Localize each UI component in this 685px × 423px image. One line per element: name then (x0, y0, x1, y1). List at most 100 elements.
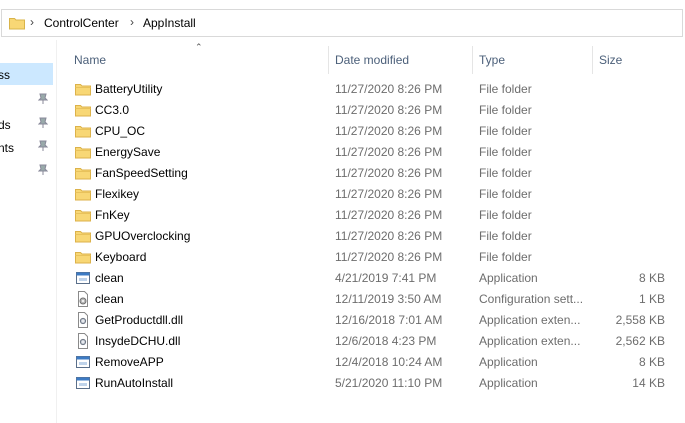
file-row[interactable]: FnKey 11/27/2020 8:26 PM File folder (57, 204, 685, 225)
file-name: EnergySave (95, 145, 161, 159)
chevron-right-icon[interactable]: › (30, 15, 34, 29)
nav-item[interactable] (0, 160, 53, 182)
file-name: InsydeDCHU.dll (95, 334, 181, 348)
dll-file-icon (75, 333, 91, 349)
column-header-row: ⌃ Name Date modified Type Size (57, 42, 685, 74)
file-type: File folder (479, 166, 532, 180)
file-list: BatteryUtility 11/27/2020 8:26 PM File fol… (57, 78, 685, 393)
file-date-modified: 11/27/2020 8:26 PM (335, 166, 443, 180)
pin-icon[interactable] (37, 164, 49, 179)
file-size: 2,558 KB (615, 313, 665, 327)
file-type: File folder (479, 145, 532, 159)
file-row[interactable]: InsydeDCHU.dll 12/6/2018 4:23 PM Applicati… (57, 330, 685, 351)
file-date-modified: 4/21/2019 7:41 PM (335, 271, 437, 285)
file-size: 14 KB (632, 376, 665, 390)
file-date-modified: 12/16/2018 7:01 AM (335, 313, 443, 327)
file-row[interactable]: clean 4/21/2019 7:41 PM Application 8 KB (57, 267, 685, 288)
file-name: GetProductdll.dll (95, 313, 184, 327)
nav-item-label: nts (0, 141, 15, 155)
column-header-type[interactable]: Type (479, 53, 505, 67)
sort-ascending-icon: ⌃ (195, 42, 203, 52)
file-row[interactable]: GPUOverclocking 11/27/2020 8:26 PM File fo… (57, 225, 685, 246)
pin-icon[interactable] (37, 93, 49, 108)
file-type: File folder (479, 187, 532, 201)
nav-item[interactable]: nts (0, 136, 53, 158)
file-size: 2,562 KB (615, 334, 665, 348)
file-type: File folder (479, 229, 532, 243)
nav-item[interactable] (0, 89, 53, 111)
file-name: GPUOverclocking (95, 229, 191, 243)
file-row[interactable]: clean 12/11/2019 3:50 AM Configuration set… (57, 288, 685, 309)
file-date-modified: 11/27/2020 8:26 PM (335, 82, 443, 96)
file-date-modified: 11/27/2020 8:26 PM (335, 103, 443, 117)
folder-icon (75, 249, 91, 265)
column-divider[interactable] (472, 46, 473, 74)
file-name: Keyboard (95, 250, 147, 264)
pin-icon[interactable] (37, 140, 49, 155)
file-name: FnKey (95, 208, 130, 222)
file-type: Application exten... (479, 313, 581, 327)
file-type: File folder (479, 82, 532, 96)
file-type: Application exten... (479, 334, 581, 348)
file-date-modified: 5/21/2020 11:10 PM (335, 376, 443, 390)
file-name: CPU_OC (95, 124, 146, 138)
folder-icon (75, 123, 91, 139)
address-bar[interactable]: › ControlCenter › AppInstall (1, 9, 683, 37)
file-date-modified: 11/27/2020 8:26 PM (335, 250, 443, 264)
column-header-date-modified[interactable]: Date modified (335, 53, 409, 67)
dll-file-icon (75, 312, 91, 328)
column-divider[interactable] (592, 46, 593, 74)
nav-item[interactable]: ss (0, 63, 53, 85)
file-type: Application (479, 271, 538, 285)
file-row[interactable]: RemoveAPP 12/4/2018 10:24 AM Application 8 … (57, 351, 685, 372)
file-type: File folder (479, 124, 532, 138)
file-type: Application (479, 376, 538, 390)
file-name: CC3.0 (95, 103, 130, 117)
file-row[interactable]: BatteryUtility 11/27/2020 8:26 PM File fol… (57, 78, 685, 99)
breadcrumb-appinstall[interactable]: AppInstall (143, 16, 196, 30)
pin-icon[interactable] (37, 117, 49, 132)
file-row[interactable]: GetProductdll.dll 12/16/2018 7:01 AM Appli… (57, 309, 685, 330)
file-row[interactable]: Flexikey 11/27/2020 8:26 PM File folder (57, 183, 685, 204)
file-name: RunAutoInstall (95, 376, 174, 390)
folder-icon (75, 207, 91, 223)
file-row[interactable]: FanSpeedSetting 11/27/2020 8:26 PM File fo… (57, 162, 685, 183)
config-file-icon (75, 291, 91, 307)
file-date-modified: 12/4/2018 10:24 AM (335, 355, 443, 369)
file-size: 8 KB (638, 355, 665, 369)
file-type: Application (479, 355, 538, 369)
file-name: FanSpeedSetting (95, 166, 188, 180)
file-date-modified: 11/27/2020 8:26 PM (335, 229, 443, 243)
folder-icon (75, 228, 91, 244)
nav-item-label: ss (0, 68, 10, 82)
file-name: BatteryUtility (95, 82, 163, 96)
chevron-right-icon[interactable]: › (130, 15, 134, 29)
file-type: File folder (479, 250, 532, 264)
column-header-size[interactable]: Size (599, 53, 622, 67)
file-row[interactable]: CC3.0 11/27/2020 8:26 PM File folder (57, 99, 685, 120)
file-name: RemoveAPP (95, 355, 164, 369)
file-name: Flexikey (95, 187, 140, 201)
file-row[interactable]: EnergySave 11/27/2020 8:26 PM File folder (57, 141, 685, 162)
file-type: File folder (479, 208, 532, 222)
folder-icon (9, 16, 25, 33)
folder-icon (75, 81, 91, 97)
file-name: clean (95, 271, 124, 285)
file-date-modified: 12/6/2018 4:23 PM (335, 334, 437, 348)
file-type: Configuration sett... (479, 292, 584, 306)
column-header-name[interactable]: Name (74, 53, 106, 67)
application-icon (75, 270, 91, 286)
folder-icon (75, 165, 91, 181)
nav-item-label: ds (0, 118, 11, 132)
nav-item[interactable]: ds (0, 113, 53, 135)
file-row[interactable]: Keyboard 11/27/2020 8:26 PM File folder (57, 246, 685, 267)
column-divider[interactable] (328, 46, 329, 74)
file-type: File folder (479, 103, 532, 117)
file-date-modified: 11/27/2020 8:26 PM (335, 208, 443, 222)
file-name: clean (95, 292, 124, 306)
breadcrumb-controlcenter[interactable]: ControlCenter (44, 16, 119, 30)
file-row[interactable]: RunAutoInstall 5/21/2020 11:10 PM Applicat… (57, 372, 685, 393)
file-size: 8 KB (638, 271, 665, 285)
file-row[interactable]: CPU_OC 11/27/2020 8:26 PM File folder (57, 120, 685, 141)
file-date-modified: 12/11/2019 3:50 AM (335, 292, 442, 306)
